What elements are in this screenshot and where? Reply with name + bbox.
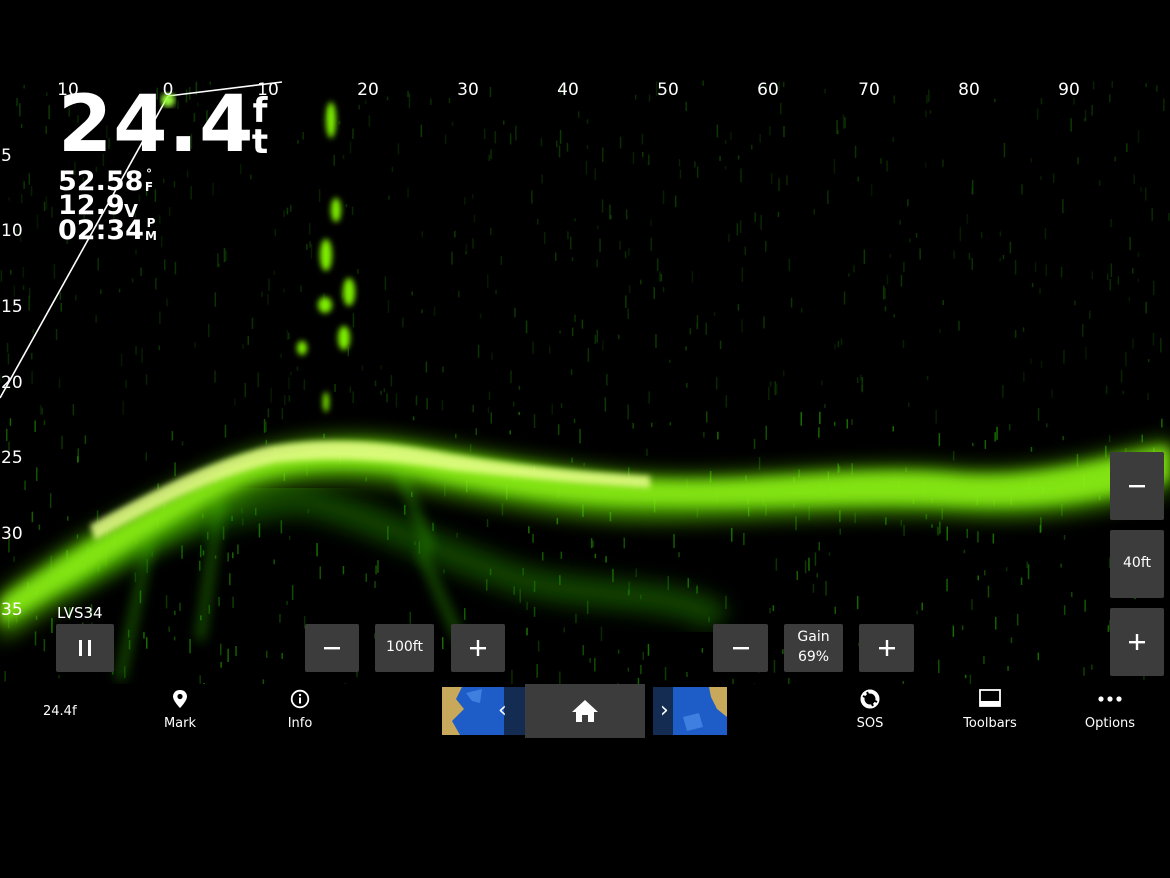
depth-tick: 35 bbox=[1, 600, 23, 620]
range-tick: 20 bbox=[357, 80, 379, 100]
range-value[interactable]: 100ft bbox=[375, 624, 434, 672]
minus-icon bbox=[324, 647, 340, 650]
info-label: Info bbox=[287, 716, 313, 731]
zoom-out-button[interactable] bbox=[1110, 452, 1164, 520]
options-label: Options bbox=[1084, 716, 1136, 731]
gain-label: Gain bbox=[797, 629, 830, 646]
gain-value[interactable]: Gain 69% bbox=[784, 624, 843, 672]
mark-button[interactable]: Mark bbox=[135, 684, 225, 740]
sos-button[interactable]: SOS bbox=[825, 684, 915, 740]
depth-tick: 30 bbox=[1, 524, 23, 544]
time-unit-bottom: M bbox=[145, 228, 157, 243]
livescope-sonar-screen: 10 0 10 20 30 40 50 60 70 80 90 5 10 15 … bbox=[0, 0, 1170, 878]
gain-decrease-button[interactable] bbox=[713, 624, 768, 672]
water-temp-unit-bottom: F bbox=[144, 179, 154, 194]
range-decrease-button[interactable] bbox=[305, 624, 359, 672]
home-button[interactable] bbox=[525, 684, 645, 738]
range-increase-button[interactable] bbox=[451, 624, 505, 672]
pause-button[interactable] bbox=[56, 624, 114, 672]
chevron-left-icon[interactable]: ‹ bbox=[498, 700, 507, 722]
map-pin-icon bbox=[135, 689, 225, 711]
minus-icon bbox=[732, 647, 749, 650]
lifebuoy-icon bbox=[825, 689, 915, 711]
water-temp-unit-top: ° bbox=[146, 167, 152, 181]
sonar-returns-graphic bbox=[0, 80, 1170, 684]
chevron-right-icon[interactable]: › bbox=[660, 700, 669, 722]
info-button[interactable]: Info bbox=[255, 684, 345, 740]
zoom-value[interactable]: 40ft bbox=[1110, 530, 1164, 598]
gain-increase-button[interactable] bbox=[859, 624, 914, 672]
plus-icon bbox=[470, 640, 486, 656]
sos-label: SOS bbox=[856, 716, 884, 731]
time-readout: 02:34 bbox=[58, 215, 144, 246]
info-icon bbox=[255, 689, 345, 711]
time-unit-top: P bbox=[146, 216, 156, 230]
toolbars-label: Toolbars bbox=[963, 716, 1017, 731]
depth-unit: f t bbox=[250, 94, 270, 162]
depth-unit-bottom: t bbox=[251, 121, 269, 162]
depth-tick: 5 bbox=[1, 146, 12, 166]
plus-icon bbox=[878, 640, 895, 656]
time-unit: P M bbox=[145, 217, 157, 242]
range-tick: 70 bbox=[858, 80, 880, 100]
range-tick: 50 bbox=[657, 80, 679, 100]
depth-tick: 15 bbox=[1, 297, 23, 317]
previous-page-thumbnail[interactable] bbox=[442, 687, 528, 735]
range-tick: 60 bbox=[757, 80, 779, 100]
depth-databox: 24.4ft bbox=[43, 704, 77, 719]
plus-icon bbox=[1129, 634, 1145, 650]
minus-icon bbox=[1129, 485, 1145, 488]
zoom-in-button[interactable] bbox=[1110, 608, 1164, 676]
mark-label: Mark bbox=[163, 716, 197, 731]
more-dots-icon bbox=[1065, 689, 1155, 711]
depth-tick: 25 bbox=[1, 448, 23, 468]
depth-readout: 24.4 bbox=[58, 80, 255, 170]
pause-icon bbox=[79, 640, 91, 656]
options-button[interactable]: Options bbox=[1065, 684, 1155, 740]
home-icon bbox=[572, 700, 598, 722]
sonar-echo-view[interactable] bbox=[0, 80, 1170, 684]
toolbars-button[interactable]: Toolbars bbox=[945, 684, 1035, 740]
range-tick: 90 bbox=[1058, 80, 1080, 100]
range-tick: 40 bbox=[557, 80, 579, 100]
water-temp-unit: ° F bbox=[143, 168, 155, 193]
range-tick: 80 bbox=[958, 80, 980, 100]
depth-tick: 10 bbox=[1, 221, 23, 241]
range-tick: 30 bbox=[457, 80, 479, 100]
toolbar-icon bbox=[945, 689, 1035, 711]
fish-targets bbox=[297, 102, 355, 412]
chart-thumbnail-icon bbox=[442, 687, 528, 735]
gain-percent: 69% bbox=[797, 649, 830, 665]
depth-tick: 20 bbox=[1, 373, 23, 393]
transducer-label: LVS34 bbox=[57, 604, 103, 622]
